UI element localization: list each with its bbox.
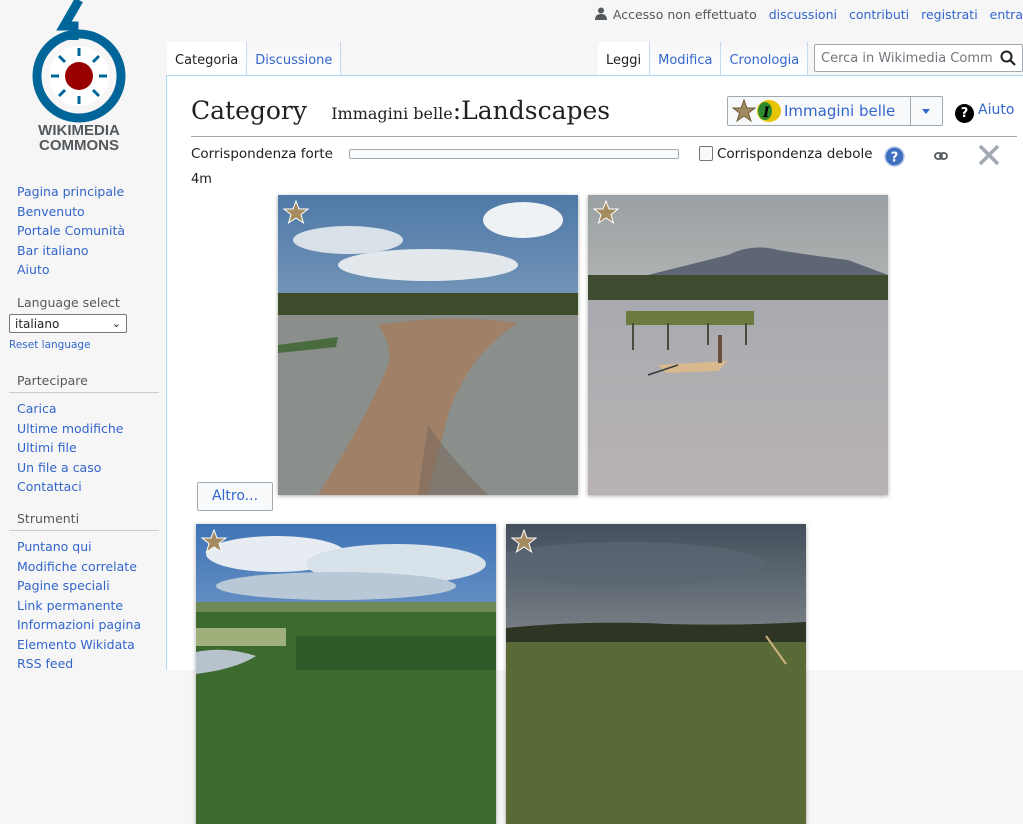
match-slider-handle[interactable]: [699, 146, 713, 161]
gallery-image[interactable]: [588, 195, 888, 495]
last-update-age: 4m: [191, 172, 212, 187]
nav-item-random-file[interactable]: Un file a caso: [9, 458, 159, 478]
personal-tools: Accesso non effettuato discussioni contr…: [594, 7, 1023, 22]
gallery-image[interactable]: [278, 195, 578, 495]
tab-history[interactable]: Cronologia: [721, 42, 809, 75]
language-select[interactable]: italiano ⌄: [9, 314, 127, 333]
page-title: Category Immagini belle:Landscapes: [191, 96, 610, 125]
view-tabs: Leggi Modifica Cronologia: [598, 42, 809, 76]
tab-edit[interactable]: Modifica: [650, 42, 722, 75]
landscape-thumbnail: [278, 195, 578, 495]
tools-portlet: Strumenti Puntano qui Modifiche correlat…: [9, 511, 159, 674]
weak-match-label: Corrispondenza debole: [717, 146, 873, 162]
nav-item-main-page[interactable]: Pagina principale: [9, 182, 159, 202]
title-separator: :: [452, 96, 462, 125]
nav-item-upload[interactable]: Carica: [9, 399, 159, 419]
nav-item-help[interactable]: Aiuto: [9, 260, 159, 280]
not-logged-in-label: Accesso non effettuato: [612, 7, 757, 22]
tab-category[interactable]: Categoria: [167, 42, 248, 75]
gallery-image[interactable]: [196, 524, 496, 824]
sidebar: WIKIMEDIA COMMONS Pagina principale Benv…: [0, 0, 166, 671]
search-box[interactable]: Cerca in Wikimedia Commons: [814, 44, 1023, 72]
title-main: Landscapes: [461, 96, 611, 125]
quality-badge-icon: I: [731, 98, 781, 123]
title-prefix: Category: [191, 96, 308, 125]
namespace-tabs: Categoria Discussione: [167, 42, 342, 76]
help-icon: ?: [955, 104, 974, 123]
tools-title: Strumenti: [9, 511, 159, 531]
participate-portlet: Partecipare Carica Ultime modifiche Ulti…: [9, 373, 159, 497]
featured-star-icon: [593, 200, 619, 225]
button-divider: [910, 97, 911, 125]
nav-item-village-pump[interactable]: Bar italiano: [9, 241, 159, 261]
info-icon[interactable]: ?: [884, 146, 905, 167]
svg-text:I: I: [762, 105, 770, 121]
svg-text:COMMONS: COMMONS: [39, 137, 119, 154]
contributions-link[interactable]: contributi: [849, 7, 909, 22]
reset-language-link[interactable]: Reset language: [9, 339, 159, 351]
talk-link[interactable]: discussioni: [769, 7, 837, 22]
tab-discussion[interactable]: Discussione: [247, 42, 342, 75]
close-icon[interactable]: [977, 143, 1001, 167]
nav-item-recent-changes[interactable]: Ultime modifiche: [9, 419, 159, 439]
nav-item-wikidata-item[interactable]: Elemento Wikidata: [9, 635, 159, 655]
commons-logo-icon: WIKIMEDIA COMMONS: [32, 0, 126, 154]
language-portlet: Language select italiano ⌄ Reset languag…: [9, 295, 159, 351]
chevron-down-icon: ⌄: [111, 317, 121, 330]
featured-star-icon: [283, 200, 309, 225]
nav-item-contact[interactable]: Contattaci: [9, 477, 159, 497]
main-content: Category Immagini belle:Landscapes I Imm…: [166, 75, 1023, 824]
help-link[interactable]: ? Aiuto: [955, 102, 1014, 123]
nav-item-community-portal[interactable]: Portale Comunità: [9, 221, 159, 241]
title-divider: [191, 136, 1017, 137]
landscape-thumbnail: [588, 195, 888, 495]
nav-item-page-info[interactable]: Informazioni pagina: [9, 615, 159, 635]
match-slider-track[interactable]: [349, 149, 679, 159]
caret-down-icon[interactable]: [922, 109, 930, 114]
nav-main: Pagina principale Benvenuto Portale Comu…: [9, 182, 159, 280]
strong-match-label: Corrispondenza forte: [191, 146, 333, 162]
search-input[interactable]: Cerca in Wikimedia Commons: [821, 51, 993, 66]
svg-text:?: ?: [891, 151, 899, 166]
nav-item-latest-files[interactable]: Ultimi file: [9, 438, 159, 458]
help-label: Aiuto: [978, 102, 1015, 118]
more-button[interactable]: Altro...: [197, 482, 273, 511]
user-icon: [594, 7, 607, 20]
search-icon[interactable]: [1000, 50, 1016, 66]
link-icon[interactable]: [934, 151, 948, 161]
match-slider-row: Corrispondenza forte Corrispondenza debo…: [191, 146, 873, 162]
tab-read[interactable]: Leggi: [598, 42, 651, 75]
login-link[interactable]: entra: [990, 7, 1023, 22]
gallery-image[interactable]: [506, 524, 806, 824]
featured-star-icon: [201, 529, 227, 554]
create-account-link[interactable]: registrati: [921, 7, 978, 22]
nav-item-special-pages[interactable]: Pagine speciali: [9, 576, 159, 596]
featured-star-icon: [511, 529, 537, 554]
nav-item-permanent-link[interactable]: Link permanente: [9, 596, 159, 616]
nav-item-welcome[interactable]: Benvenuto: [9, 202, 159, 222]
quality-filter-label: Immagini belle: [784, 102, 896, 120]
nav-item-rss-feed[interactable]: RSS feed: [9, 654, 159, 674]
landscape-thumbnail: [506, 524, 806, 824]
nav-item-related-changes[interactable]: Modifiche correlate: [9, 557, 159, 577]
wikimedia-commons-logo[interactable]: WIKIMEDIA COMMONS: [24, 0, 136, 160]
title-subcategory: Immagini belle: [331, 104, 453, 123]
quality-filter-button[interactable]: I Immagini belle: [727, 96, 943, 126]
landscape-thumbnail: [196, 524, 496, 824]
language-selected-value: italiano: [15, 317, 60, 331]
language-title: Language select: [17, 295, 120, 310]
participate-title: Partecipare: [9, 373, 159, 393]
nav-item-what-links-here[interactable]: Puntano qui: [9, 537, 159, 557]
